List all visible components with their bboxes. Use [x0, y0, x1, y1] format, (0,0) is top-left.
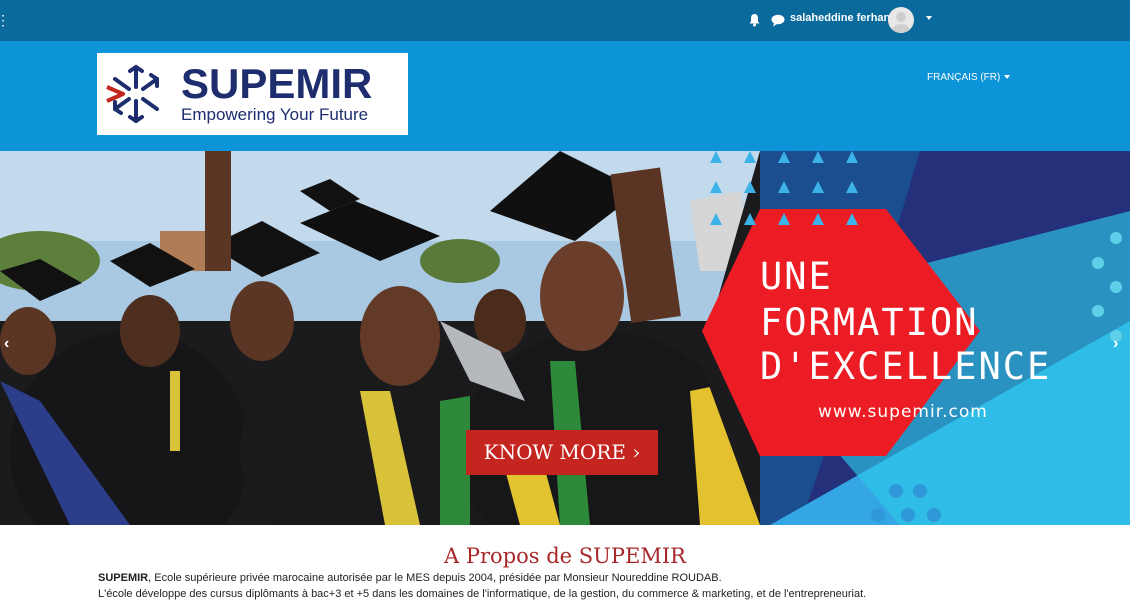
bell-icon[interactable]	[748, 13, 761, 27]
language-selector[interactable]: FRANÇAIS (FR)	[927, 72, 1011, 83]
about-p1-text: , Ecole supérieure privée marocaine auto…	[148, 572, 722, 584]
about-brand-strong: SUPEMIR	[98, 572, 149, 584]
caret-down-icon[interactable]	[926, 16, 932, 20]
about-title: A Propos de SUPEMIR	[444, 544, 686, 568]
know-more-button[interactable]: KNOW MORE ›	[466, 430, 658, 475]
language-label: FRANÇAIS (FR)	[927, 72, 1001, 83]
hero-headline-line2: FORMATION	[760, 301, 979, 344]
avatar[interactable]	[888, 7, 914, 33]
about-paragraph-2: L'école développe des cursus diplômants …	[98, 588, 867, 600]
hero-headline-line1: UNE	[760, 255, 833, 298]
about-paragraph-1: SUPEMIR, Ecole supérieure privée marocai…	[98, 572, 722, 585]
chat-icon[interactable]	[771, 14, 785, 27]
site-logo[interactable]: SUPEMIR Empowering Your Future	[97, 53, 408, 135]
logo-tagline: Empowering Your Future	[181, 105, 369, 124]
hero-headline-line3: D'EXCELLENCE	[760, 345, 1052, 388]
caret-down-icon	[1004, 75, 1011, 80]
site-header: SUPEMIR Empowering Your Future FRANÇAIS …	[0, 41, 1130, 151]
hero-url: www.supemir.com	[818, 402, 988, 422]
menu-toggle-icon[interactable]: ⋮	[0, 12, 10, 28]
top-navbar: ⋮ salaheddine ferhan	[0, 0, 1130, 41]
slider-next-icon[interactable]: ›	[1113, 335, 1118, 353]
logo-mark-icon	[106, 64, 159, 124]
hero-slider: UNE FORMATION D'EXCELLENCE www.supemir.c…	[0, 151, 1130, 525]
slider-prev-icon[interactable]: ‹	[4, 335, 9, 353]
user-name[interactable]: salaheddine ferhan	[790, 12, 890, 24]
logo-title: SUPEMIR	[181, 60, 373, 107]
